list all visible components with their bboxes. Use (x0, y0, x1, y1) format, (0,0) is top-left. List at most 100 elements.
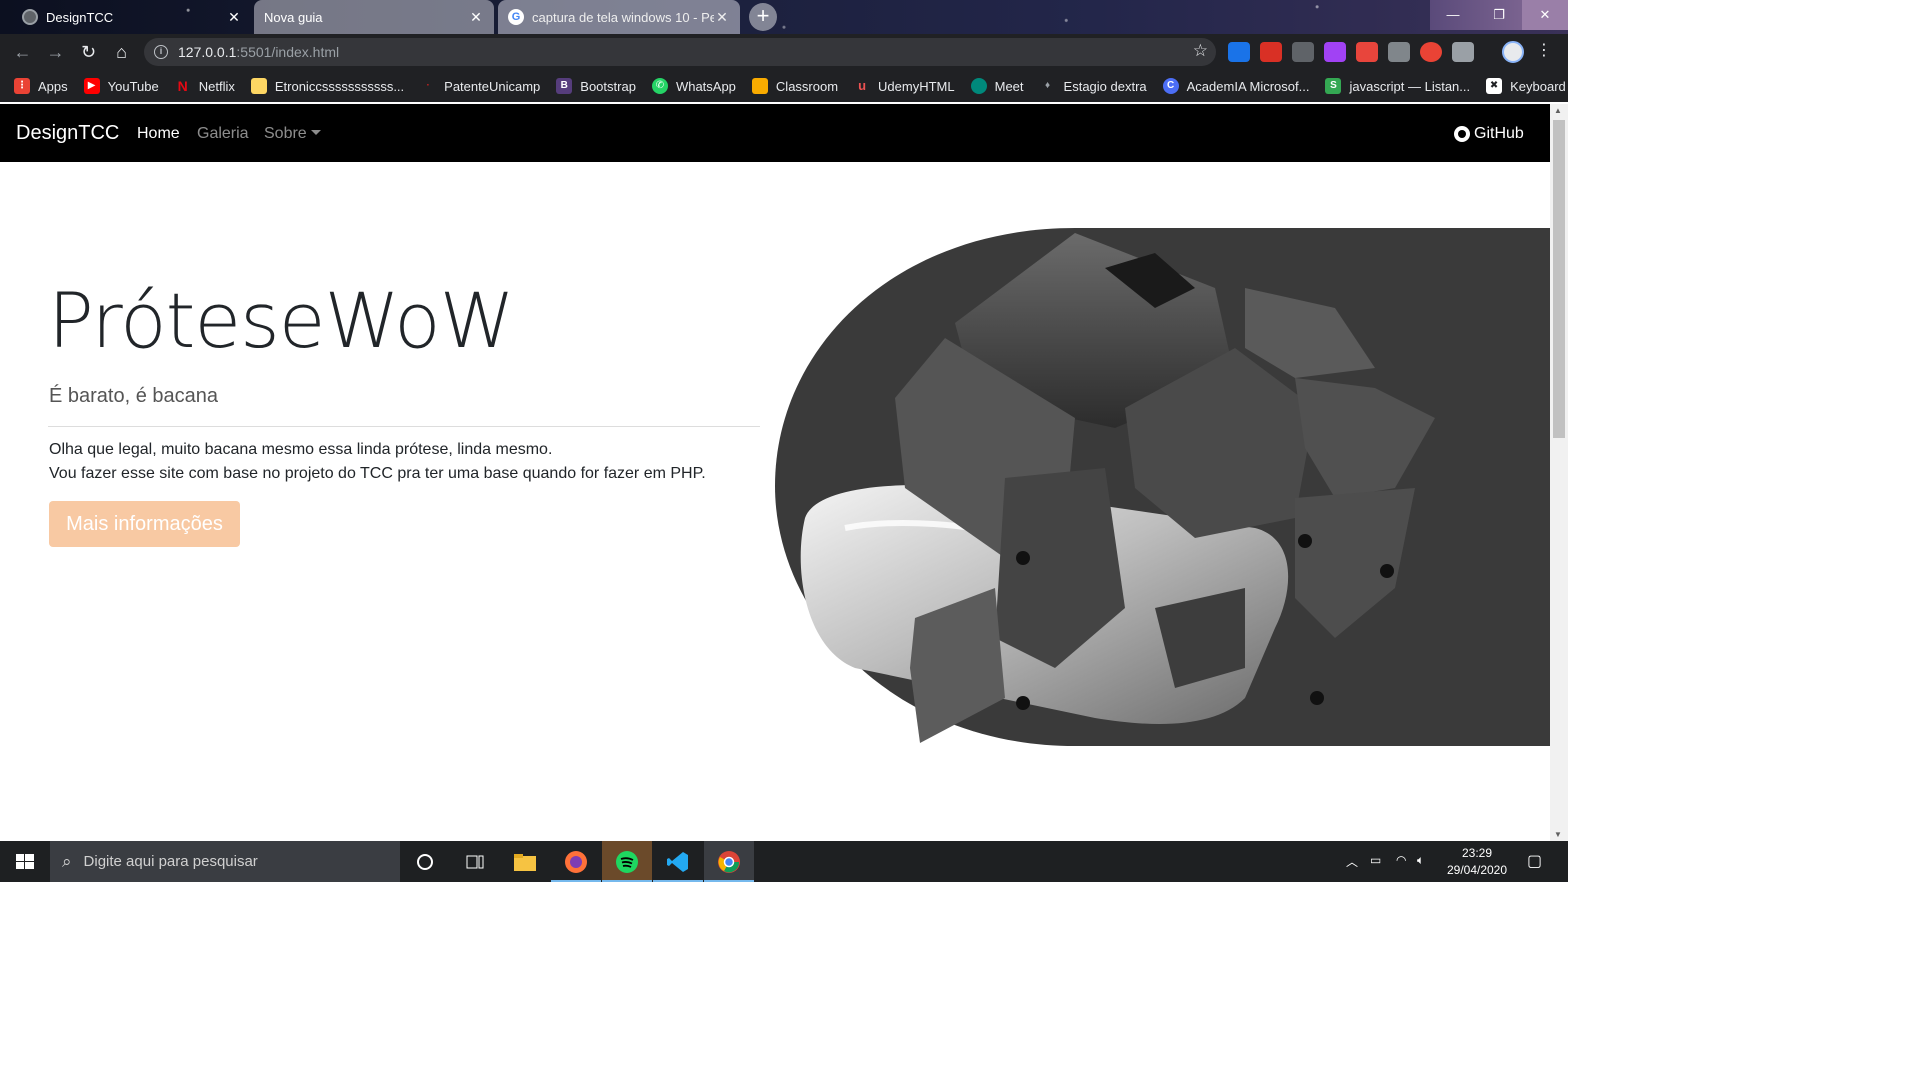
bookmark-classroom[interactable]: Classroom (751, 78, 838, 94)
bookmark-youtube[interactable]: ▶ YouTube (83, 78, 159, 94)
address-bar[interactable]: i 127.0.0.1:5501/index.html ☆ (144, 38, 1216, 66)
nav-sobre-dropdown[interactable]: Sobre (264, 125, 321, 143)
close-icon[interactable]: ✕ (714, 9, 730, 26)
close-icon[interactable]: ✕ (226, 9, 242, 26)
extension-icon[interactable] (1356, 42, 1378, 62)
file-explorer-icon[interactable] (500, 841, 550, 882)
reload-icon[interactable]: ↻ (72, 42, 105, 63)
scroll-down-icon[interactable]: ▼ (1554, 830, 1562, 839)
patente-icon: · (426, 80, 430, 91)
back-icon[interactable]: ← (6, 42, 39, 63)
forward-icon[interactable]: → (39, 42, 72, 63)
start-button[interactable] (0, 841, 50, 882)
menu-icon[interactable]: ⋮ (1536, 42, 1552, 60)
maximize-button[interactable]: ❐ (1476, 0, 1522, 30)
bootstrap-icon: B (556, 78, 573, 94)
bookmark-javascript[interactable]: Sjavascript — Listan... (1325, 78, 1470, 94)
extension-icon[interactable] (1228, 42, 1250, 62)
hero-text-line: Olha que legal, muito bacana mesmo essa … (49, 441, 553, 458)
bookmarks-bar: ⋮ Apps ▶ YouTube N Netflix Etroniccssssssss… (0, 70, 1568, 102)
site-navbar: DesignTCC Home Galeria Sobre GitHub (0, 104, 1550, 162)
spotify-icon[interactable] (602, 841, 652, 882)
academia-icon: C (1162, 78, 1179, 94)
close-window-button[interactable]: ✕ (1522, 0, 1568, 30)
extension-icon[interactable] (1420, 42, 1442, 62)
hero-title: PróteseWoW (48, 276, 515, 365)
home-icon[interactable]: ⌂ (105, 42, 138, 63)
close-icon[interactable]: ✕ (468, 9, 484, 26)
classroom-icon (751, 78, 768, 94)
extension-icon[interactable] (1452, 42, 1474, 62)
bookmark-whatsapp[interactable]: ✆ WhatsApp (651, 78, 736, 94)
new-tab-button[interactable]: + (749, 3, 777, 31)
bookmark-patente[interactable]: · PatenteUnicamp (420, 78, 540, 94)
bookmark-netflix[interactable]: N Netflix (175, 78, 235, 94)
search-icon: ⌕ (62, 851, 72, 871)
mais-informacoes-button[interactable]: Mais informações (49, 501, 240, 547)
bookmark-meet[interactable]: Meet (970, 78, 1024, 94)
vscode-icon[interactable] (653, 841, 703, 882)
url-host: 127.0.0.1 (178, 44, 237, 60)
bookmark-estagio[interactable]: ♦ Estagio dextra (1040, 78, 1147, 94)
tab-designtcc[interactable]: DesignTCC ✕ (12, 0, 252, 34)
clock-time: 23:29 (1461, 846, 1493, 860)
browser-toolbar: ← → ↻ ⌂ i 127.0.0.1:5501/index.html ☆ ⋮ (0, 34, 1568, 70)
bookmark-bootstrap[interactable]: B Bootstrap (556, 78, 636, 94)
udemy-icon: u (858, 78, 867, 93)
bookmark-keyboard[interactable]: ✖ Keyboard (1486, 78, 1566, 94)
profile-avatar[interactable] (1502, 41, 1524, 63)
bookmark-apps[interactable]: ⋮ Apps (14, 78, 68, 94)
keyboard-icon: ✖ (1486, 78, 1503, 94)
tab-captura[interactable]: G captura de tela windows 10 - Pe ✕ (498, 0, 740, 34)
nav-galeria[interactable]: Galeria (197, 125, 249, 143)
apps-grid-icon: ⋮ (14, 78, 30, 94)
divider (48, 426, 760, 427)
scroll-up-icon[interactable]: ▲ (1554, 106, 1562, 115)
bookmark-etronic[interactable]: Etroniccsssssssssss... (250, 78, 404, 94)
minimize-button[interactable]: — (1430, 0, 1476, 30)
system-clock[interactable]: 23:29 29/04/2020 (1444, 845, 1510, 879)
notifications-icon[interactable]: ▢ (1527, 851, 1542, 871)
bookmark-udemy[interactable]: u UdemyHTML (854, 78, 955, 94)
battery-icon[interactable]: ▭ (1370, 853, 1381, 867)
window-controls: — ❐ ✕ (1430, 0, 1568, 30)
site-brand[interactable]: DesignTCC (16, 122, 119, 145)
cortana-icon[interactable] (400, 841, 450, 882)
browser-title-bar: DesignTCC ✕ Nova guia ✕ G captura de tel… (0, 0, 1568, 34)
hero-text: Olha que legal, muito bacana mesmo essa … (49, 438, 706, 486)
github-label: GitHub (1474, 125, 1524, 142)
github-link[interactable]: GitHub (1454, 125, 1524, 143)
prosthesis-image (775, 228, 1550, 746)
whatsapp-icon: ✆ (651, 78, 668, 94)
page-scrollbar[interactable]: ▲ ▼ (1550, 104, 1568, 841)
netflix-icon: N (177, 78, 188, 94)
extension-icon[interactable] (1388, 42, 1410, 62)
tab-title: captura de tela windows 10 - Pe (532, 9, 714, 25)
tab-title: Nova guia (264, 9, 323, 25)
tab-nova-guia[interactable]: Nova guia ✕ (254, 0, 494, 34)
windows-taskbar: ⌕ Digite aqui para pesquisar ︿ ▭ ◠ 🔈︎ 23… (0, 841, 1568, 882)
page-viewport: DesignTCC Home Galeria Sobre GitHub Prót… (0, 104, 1550, 841)
meet-icon (970, 78, 987, 94)
volume-icon[interactable]: 🔈︎ (1417, 853, 1424, 868)
task-view-icon[interactable] (450, 841, 500, 882)
taskbar-search[interactable]: ⌕ Digite aqui para pesquisar (50, 841, 400, 882)
chrome-icon[interactable] (704, 841, 754, 882)
star-icon[interactable]: ☆ (1193, 41, 1208, 61)
firefox-icon[interactable] (551, 841, 601, 882)
nav-home[interactable]: Home (137, 125, 180, 143)
nav-sobre-label: Sobre (264, 125, 307, 142)
github-icon (1454, 126, 1470, 142)
extension-icon[interactable] (1260, 42, 1282, 62)
info-icon[interactable]: i (154, 45, 168, 59)
extension-icon[interactable] (1324, 42, 1346, 62)
chevron-up-icon[interactable]: ︿ (1346, 853, 1358, 870)
scroll-thumb[interactable] (1553, 120, 1565, 438)
globe-icon (22, 9, 38, 25)
extension-icon[interactable] (1292, 42, 1314, 62)
search-placeholder: Digite aqui para pesquisar (83, 853, 258, 870)
bookmark-academia[interactable]: C AcademIA Microsof... (1162, 78, 1309, 94)
wifi-icon[interactable]: ◠ (1396, 853, 1406, 867)
hero-lead: É barato, é bacana (49, 385, 219, 407)
youtube-icon: ▶ (83, 78, 100, 94)
